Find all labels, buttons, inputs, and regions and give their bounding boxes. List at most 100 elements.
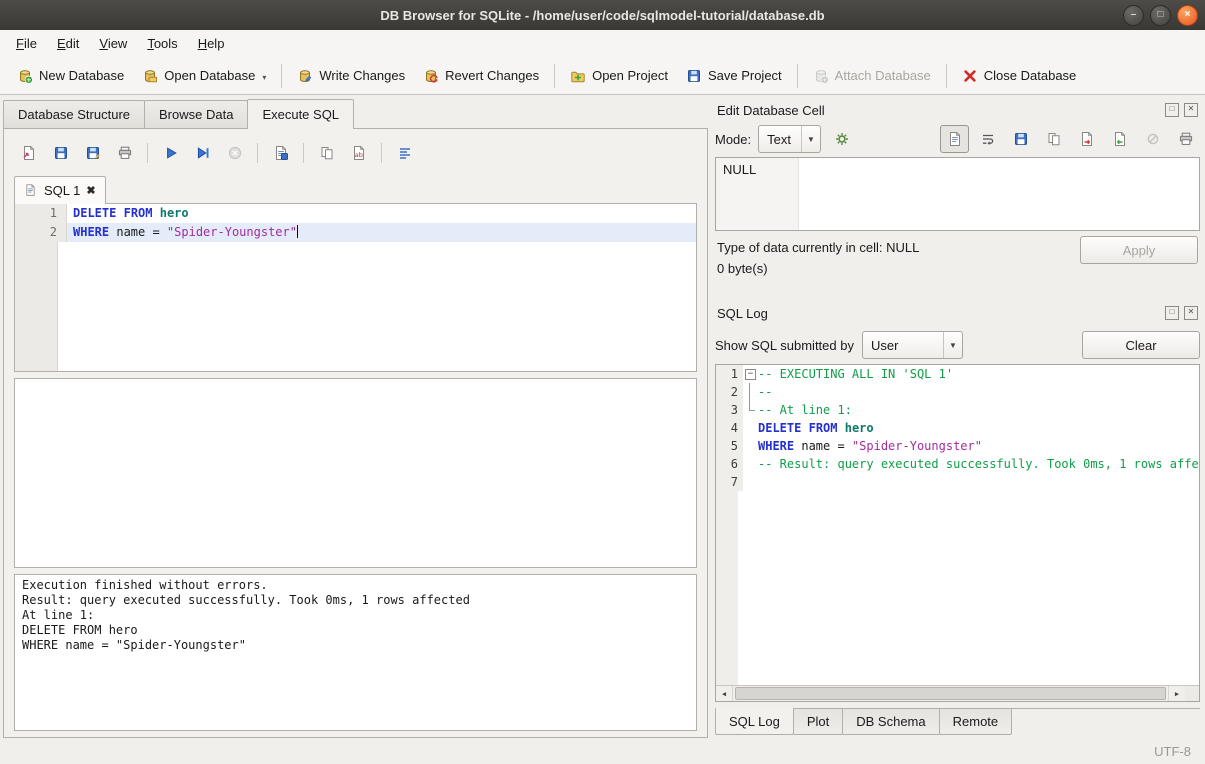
close-database-icon — [962, 68, 978, 84]
print-button[interactable] — [110, 139, 139, 167]
execute-current-line-icon — [195, 145, 211, 161]
new-database-button[interactable]: +New Database — [8, 63, 133, 89]
svg-text:+: + — [26, 76, 31, 84]
float-icon[interactable]: □ — [1165, 306, 1179, 320]
menu-tools[interactable]: Tools — [137, 32, 187, 55]
dock-tab-plot[interactable]: Plot — [793, 709, 843, 735]
execute-all-icon — [163, 145, 179, 161]
log-text: -- Result: query executed successfully. … — [758, 455, 1199, 473]
menu-help[interactable]: Help — [188, 32, 235, 55]
open-database-button[interactable]: Open Database▾ — [133, 63, 275, 89]
close-icon[interactable]: ✕ — [1184, 103, 1198, 117]
dock-header-icons: □ ✕ — [1165, 306, 1198, 320]
sql-editor-toolbar: ab — [14, 137, 697, 168]
toolbar-separator — [797, 64, 798, 88]
sql-editor[interactable]: 1DELETE FROM hero2WHERE name = "Spider-Y… — [14, 203, 697, 372]
output-line: DELETE FROM hero — [22, 623, 689, 638]
apply-button[interactable]: Apply — [1080, 236, 1198, 264]
maximize-button[interactable]: □ — [1150, 5, 1171, 26]
scroll-right-icon[interactable]: ▶ — [1168, 686, 1185, 701]
open-project-label: Open Project — [592, 68, 668, 83]
fold-marker-icon — [743, 419, 758, 437]
dock-tab-sql-log[interactable]: SQL Log — [715, 708, 794, 735]
menu-file[interactable]: File — [6, 32, 47, 55]
close-database-button[interactable]: Close Database — [953, 63, 1086, 89]
tab-database-structure[interactable]: Database Structure — [3, 100, 145, 128]
save-project-button[interactable]: Save Project — [677, 63, 791, 89]
output-line: Result: query executed successfully. Too… — [22, 593, 689, 608]
sql-log-view[interactable]: 1-- EXECUTING ALL IN 'SQL 1'2--3-- At li… — [715, 364, 1200, 702]
print-icon — [117, 145, 133, 161]
dock-tab-remote[interactable]: Remote — [939, 709, 1013, 735]
tab-execute-sql[interactable]: Execute SQL — [247, 99, 354, 129]
format-sql-button[interactable] — [390, 139, 419, 167]
sql-token: hero — [160, 206, 189, 220]
log-filter-combobox[interactable]: User ▼ — [862, 331, 963, 359]
save-results-button[interactable] — [266, 139, 295, 167]
fold-marker-icon — [743, 383, 758, 401]
menu-view[interactable]: View — [89, 32, 137, 55]
save-sql-as-button[interactable] — [78, 139, 107, 167]
stop-icon — [227, 145, 243, 161]
sql-token: DELETE — [73, 206, 116, 220]
copy-cell-icon — [1046, 131, 1062, 147]
minimize-button[interactable]: – — [1123, 5, 1144, 26]
stop-button — [220, 139, 249, 167]
mode-value: Text — [767, 132, 801, 147]
fold-marker-icon — [743, 437, 758, 455]
close-icon[interactable]: ✕ — [1184, 306, 1198, 320]
scrollbar-thumb[interactable] — [735, 687, 1166, 700]
set-null-button — [1138, 125, 1167, 153]
open-project-button[interactable]: Open Project — [561, 63, 677, 89]
close-button[interactable]: × — [1177, 5, 1198, 26]
tab-browse-data[interactable]: Browse Data — [144, 100, 248, 128]
float-icon[interactable]: □ — [1165, 103, 1179, 117]
execute-current-line-button[interactable] — [188, 139, 217, 167]
toolbar-separator — [147, 143, 148, 163]
log-filter-label: Show SQL submitted by — [715, 338, 854, 353]
clear-log-button[interactable]: Clear — [1082, 331, 1200, 359]
execute-sql-pane: ab SQL 1 ✖ 1DELETE FROM hero2WHERE name … — [3, 128, 708, 738]
sql-token: name = — [109, 225, 167, 239]
find-replace-button[interactable]: ab — [344, 139, 373, 167]
menubar: FileEditViewToolsHelp — [0, 30, 1205, 57]
log-text: DELETE FROM hero — [758, 419, 1199, 437]
apply-button-label: Apply — [1123, 243, 1156, 258]
code-text: WHERE name = "Spider-Youngster" — [67, 223, 696, 242]
write-changes-button[interactable]: Write Changes — [288, 63, 414, 89]
fold-marker-icon[interactable] — [743, 365, 758, 383]
dock-tab-db-schema[interactable]: DB Schema — [842, 709, 939, 735]
save-sql-file-button[interactable] — [46, 139, 75, 167]
execute-all-button[interactable] — [156, 139, 185, 167]
cell-settings-button[interactable] — [828, 125, 857, 153]
line-number: 6 — [716, 455, 743, 473]
cell-editor-area[interactable]: NULL — [715, 157, 1200, 231]
text-mode-button[interactable] — [940, 125, 969, 153]
sql-token — [153, 206, 160, 220]
import-cell-button[interactable] — [1105, 125, 1134, 153]
open-query-tab-button[interactable] — [312, 139, 341, 167]
results-grid[interactable] — [14, 378, 697, 568]
open-sql-file-button[interactable] — [14, 139, 43, 167]
log-line: 6 -- Result: query executed successfully.… — [716, 455, 1199, 473]
close-tab-icon[interactable]: ✖ — [86, 184, 95, 197]
scroll-left-icon[interactable]: ◀ — [716, 686, 733, 701]
titlebar[interactable]: DB Browser for SQLite - /home/user/code/… — [0, 0, 1205, 30]
save-cell-button[interactable] — [1006, 125, 1035, 153]
horizontal-scrollbar[interactable]: ◀ ▶ — [716, 685, 1199, 701]
clear-button-label: Clear — [1125, 338, 1156, 353]
left-panel: Database StructureBrowse DataExecute SQL… — [0, 95, 708, 738]
line-number: 4 — [716, 419, 743, 437]
log-text — [758, 473, 1199, 491]
attach-database-button: +Attach Database — [804, 63, 940, 89]
menu-edit[interactable]: Edit — [47, 32, 89, 55]
print-cell-button[interactable] — [1171, 125, 1200, 153]
copy-cell-button[interactable] — [1039, 125, 1068, 153]
revert-changes-button[interactable]: Revert Changes — [414, 63, 548, 89]
export-cell-button[interactable] — [1072, 125, 1101, 153]
word-wrap-button[interactable] — [973, 125, 1002, 153]
sql-tab[interactable]: SQL 1 ✖ — [14, 176, 106, 204]
sql-token: name = — [794, 439, 852, 453]
sql-file-icon — [24, 183, 38, 197]
mode-combobox[interactable]: Text ▼ — [758, 125, 821, 153]
